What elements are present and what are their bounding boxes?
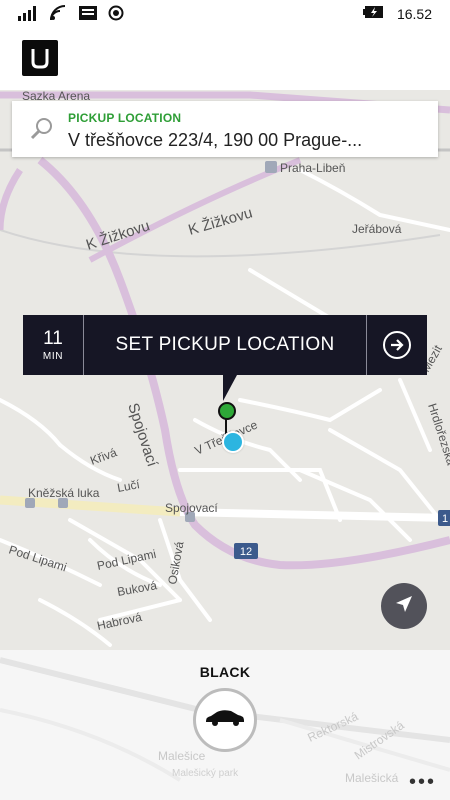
map-label-jerabova: Jeřábová [352,222,402,236]
locate-me-button[interactable] [381,583,427,629]
set-pickup-bar[interactable]: 11 MIN SET PICKUP LOCATION [23,315,427,375]
eta-box: 11 MIN [23,315,84,375]
app-bar [0,28,450,90]
route-12-label: 12 [240,546,252,558]
bg-label-malesice: Malešice [158,749,206,763]
map-label-knezska-luka: Kněžská luka [28,486,100,500]
arrow-right-circle-icon[interactable] [366,315,427,375]
car-icon [203,707,247,734]
pickup-address: V třešňovce 223/4, 190 00 Prague-... [68,130,363,150]
vehicle-type-label: BLACK [199,664,251,680]
route-1-label: 1 [442,513,448,525]
pickup-location-field[interactable]: PICKUP LOCATION V třešňovce 223/4, 190 0… [12,101,438,157]
uber-logo-icon[interactable] [22,40,58,76]
signal-strength-icon [18,5,40,26]
battery-icon [362,5,387,22]
current-location-dot [222,431,244,453]
pickup-location-label: PICKUP LOCATION [68,111,182,125]
map-label-spojovaci-stop: Spojovací [165,501,218,515]
vehicle-selector: Malešice Rektorská Mistrovská Malešický … [0,650,450,800]
eta-value: 11 [43,328,63,349]
bg-label-malesicka: Malešická [345,771,399,785]
bg-label-malesicky-park: Malešický park [172,768,239,779]
more-options-button[interactable]: ••• [409,771,436,794]
vehicle-black-button[interactable] [193,688,257,752]
set-pickup-location-button[interactable]: SET PICKUP LOCATION [84,315,366,375]
eta-unit: MIN [42,351,64,362]
status-bar: 16.52 [0,0,450,28]
clock: 16.52 [396,5,432,22]
message-icon [78,5,98,26]
wifi-icon [50,5,68,26]
search-icon [30,117,54,146]
callout-pointer [223,375,237,401]
pickup-pin-icon[interactable] [218,402,236,420]
location-service-icon [108,5,124,26]
map-label-praha-liben: Praha-Libeň [280,161,345,175]
navigation-arrow-icon [393,593,415,620]
